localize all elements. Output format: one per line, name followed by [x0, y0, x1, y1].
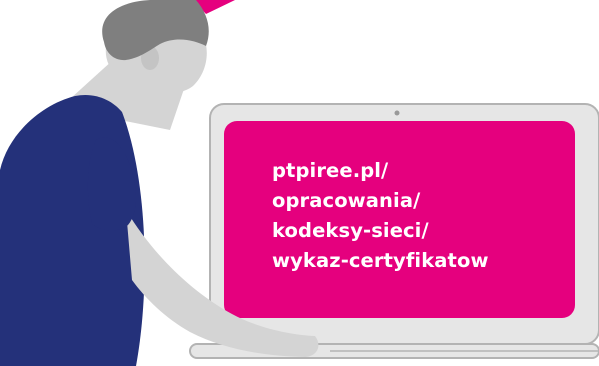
- screen-url-text: ptpiree.pl/ opracowania/ kodeksy-sieci/ …: [272, 156, 572, 276]
- url-line-3: kodeksy-sieci/: [272, 219, 429, 242]
- url-line-2: opracowania/: [272, 189, 421, 212]
- url-line-4: wykaz-certyfikatow: [272, 249, 489, 272]
- laptop-camera: [394, 110, 400, 116]
- person-shirt: [0, 95, 145, 366]
- illustration-stage: ptpiree.pl/ opracowania/ kodeksy-sieci/ …: [0, 0, 599, 366]
- url-line-1: ptpiree.pl/: [272, 159, 389, 182]
